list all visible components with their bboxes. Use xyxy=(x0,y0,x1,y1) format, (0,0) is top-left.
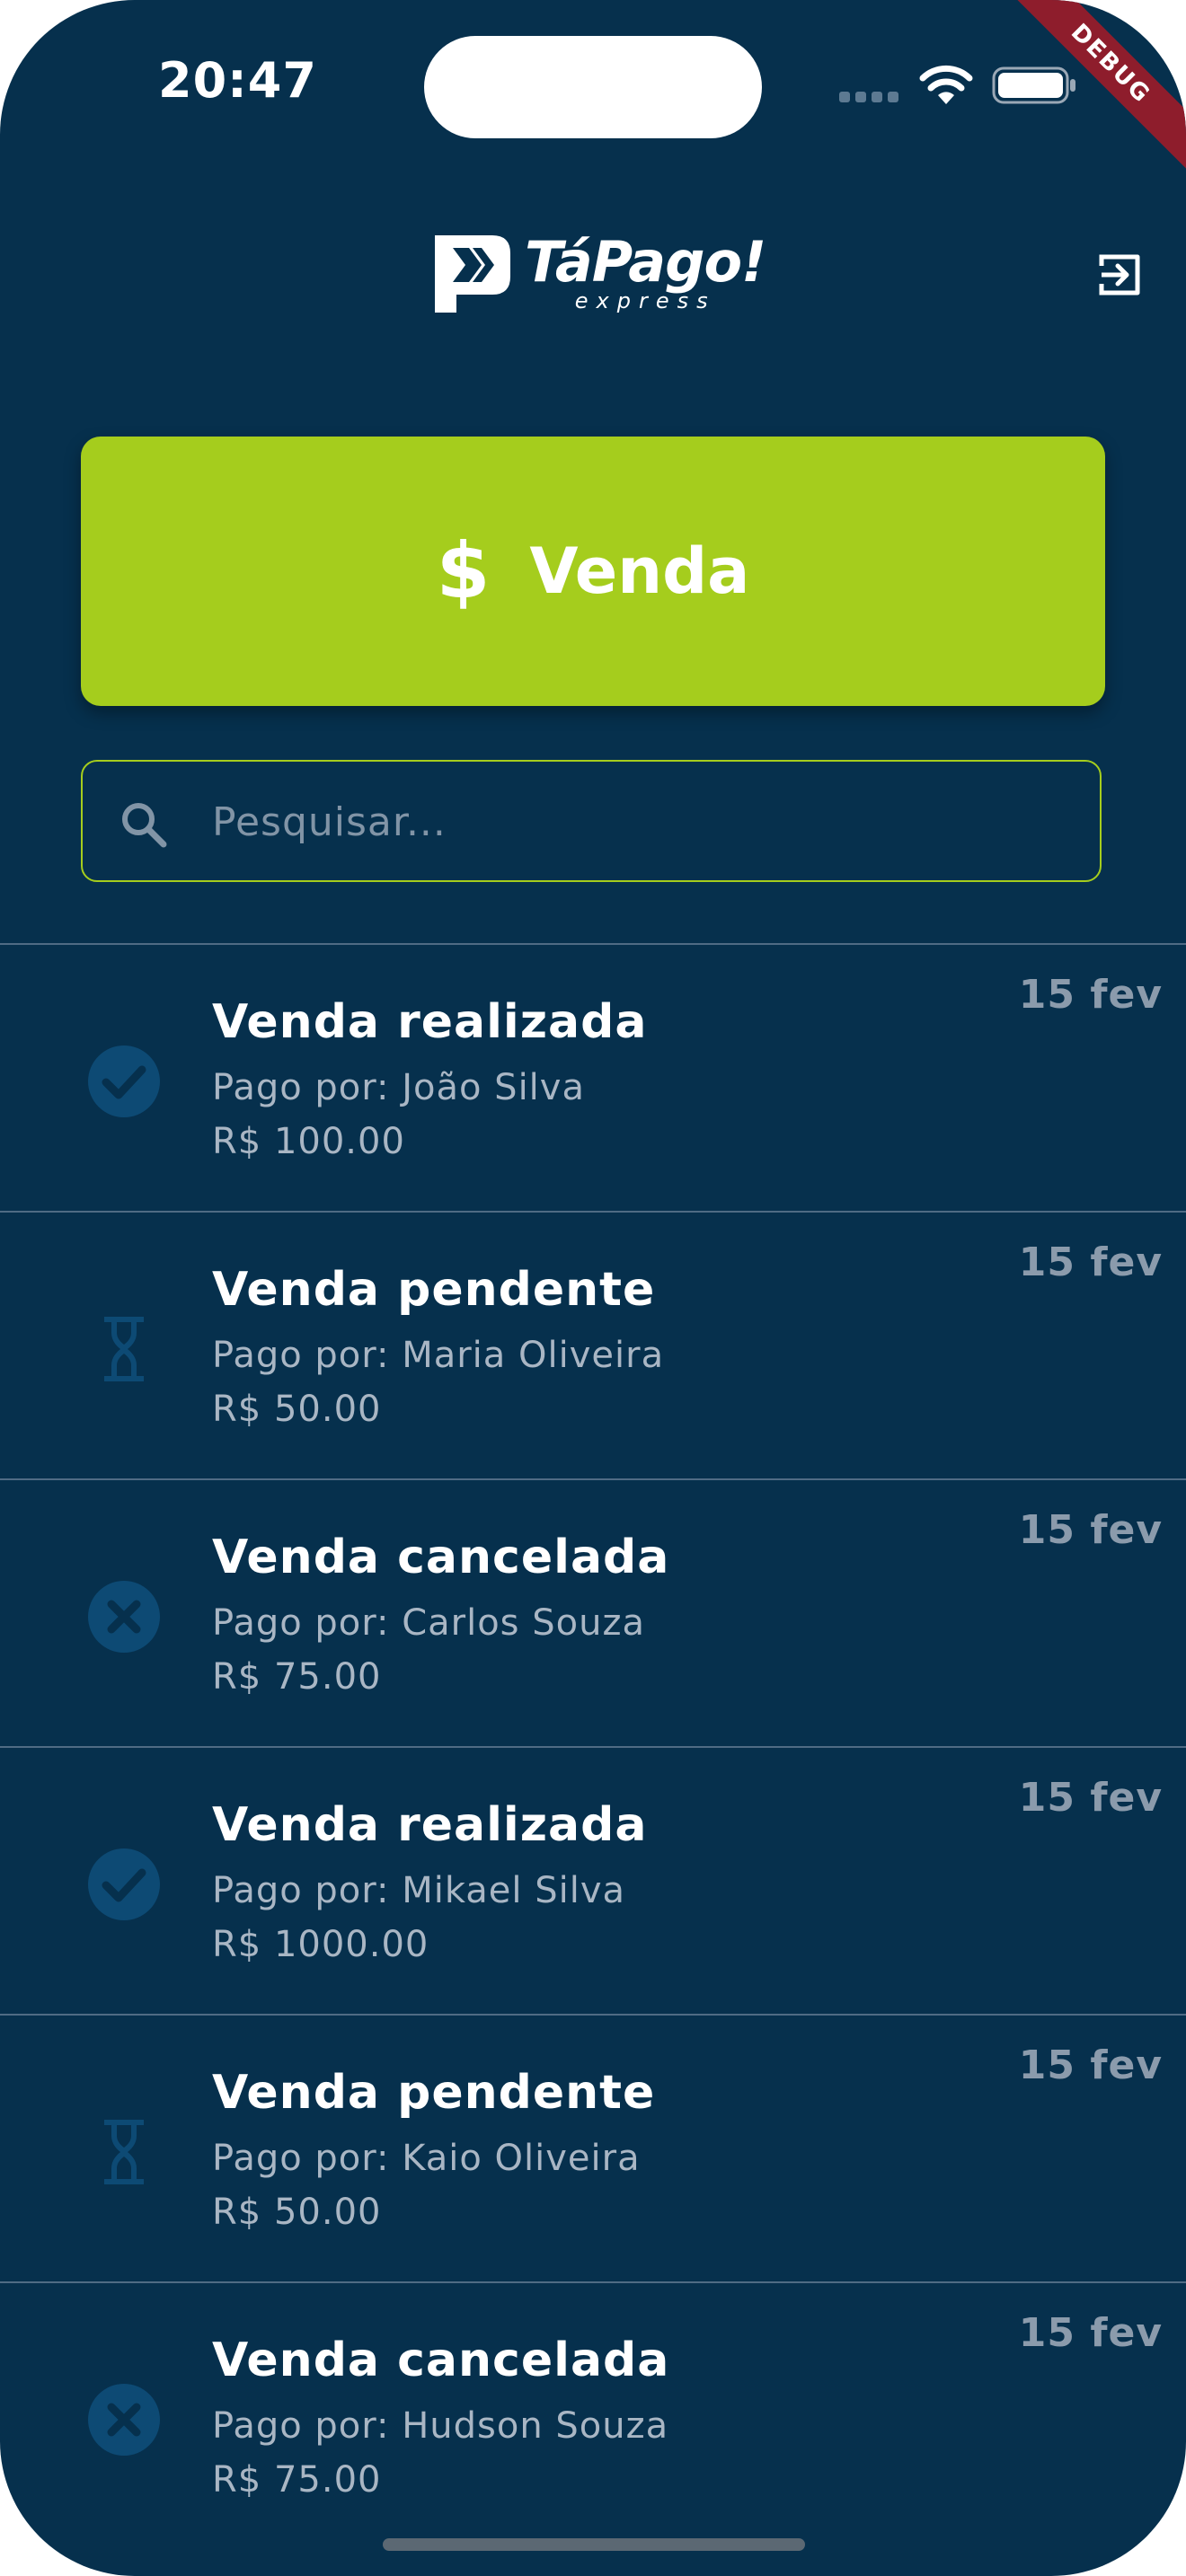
transaction-amount: R$ 75.00 xyxy=(212,2459,382,2501)
dynamic-island xyxy=(424,36,762,138)
transaction-item[interactable]: Venda realizada Pago por: Mikael Silva R… xyxy=(0,1746,1186,2014)
transactions-list: Venda realizada Pago por: João Silva R$ … xyxy=(0,943,1186,2549)
transaction-title: Venda pendente xyxy=(212,1263,656,1317)
cellular-signal-icon xyxy=(839,92,902,104)
transaction-item[interactable]: Venda pendente Pago por: Maria Oliveira … xyxy=(0,1211,1186,1478)
transaction-date: 15 fev xyxy=(1018,1507,1163,1553)
transaction-date: 15 fev xyxy=(1018,2042,1163,2088)
hourglass-icon xyxy=(86,1311,162,1387)
transaction-date: 15 fev xyxy=(1018,1775,1163,1821)
transaction-payer: Pago por: Hudson Souza xyxy=(212,2405,669,2447)
transaction-item[interactable]: Venda pendente Pago por: Kaio Oliveira R… xyxy=(0,2014,1186,2281)
logo-mark-icon xyxy=(435,235,510,313)
transaction-date: 15 fev xyxy=(1018,1239,1163,1285)
check-circle-icon xyxy=(86,1044,162,1119)
transaction-amount: R$ 100.00 xyxy=(212,1121,405,1162)
logo-name: TáPago! xyxy=(525,229,766,295)
transaction-amount: R$ 50.00 xyxy=(212,1389,382,1430)
new-sale-label: Venda xyxy=(529,534,750,608)
new-sale-button[interactable]: $ Venda xyxy=(81,437,1105,706)
search-input[interactable] xyxy=(210,762,1076,882)
home-indicator xyxy=(383,2538,805,2551)
cancel-circle-icon xyxy=(86,2382,162,2457)
transaction-item[interactable]: Venda realizada Pago por: João Silva R$ … xyxy=(0,943,1186,1211)
transaction-title: Venda cancelada xyxy=(212,2333,670,2387)
transaction-title: Venda pendente xyxy=(212,2066,656,2120)
transaction-title: Venda realizada xyxy=(212,1798,648,1852)
transaction-payer: Pago por: Carlos Souza xyxy=(212,1602,645,1644)
wifi-icon xyxy=(919,65,973,104)
transaction-date: 15 fev xyxy=(1018,2310,1163,2356)
transaction-payer: Pago por: Kaio Oliveira xyxy=(212,2138,641,2179)
transaction-date: 15 fev xyxy=(1018,972,1163,1018)
transaction-title: Venda cancelada xyxy=(212,1531,670,1584)
search-box[interactable] xyxy=(81,760,1102,882)
logout-icon[interactable] xyxy=(1093,248,1146,302)
transaction-amount: R$ 75.00 xyxy=(212,1656,382,1698)
transaction-item[interactable]: Venda cancelada Pago por: Hudson Souza R… xyxy=(0,2281,1186,2549)
status-time: 20:47 xyxy=(158,52,317,109)
app-screen: 20:47 DEBUG TáPago! express $ Venda Pesq… xyxy=(0,0,1186,2576)
battery-icon xyxy=(992,66,1075,104)
dollar-icon: $ xyxy=(436,526,491,616)
transaction-item[interactable]: Venda cancelada Pago por: Carlos Souza R… xyxy=(0,1478,1186,1746)
transaction-payer: Pago por: Mikael Silva xyxy=(212,1870,626,1911)
hourglass-icon xyxy=(86,2114,162,2190)
search-icon xyxy=(122,803,167,848)
check-circle-icon xyxy=(86,1847,162,1922)
transaction-payer: Pago por: João Silva xyxy=(212,1067,585,1108)
transaction-title: Venda realizada xyxy=(212,995,648,1049)
transaction-amount: R$ 1000.00 xyxy=(212,1924,429,1965)
transaction-payer: Pago por: Maria Oliveira xyxy=(212,1335,665,1376)
logo-subtitle: express xyxy=(574,288,716,313)
app-logo: TáPago! express xyxy=(429,226,766,320)
cancel-circle-icon xyxy=(86,1579,162,1654)
transaction-amount: R$ 50.00 xyxy=(212,2192,382,2233)
